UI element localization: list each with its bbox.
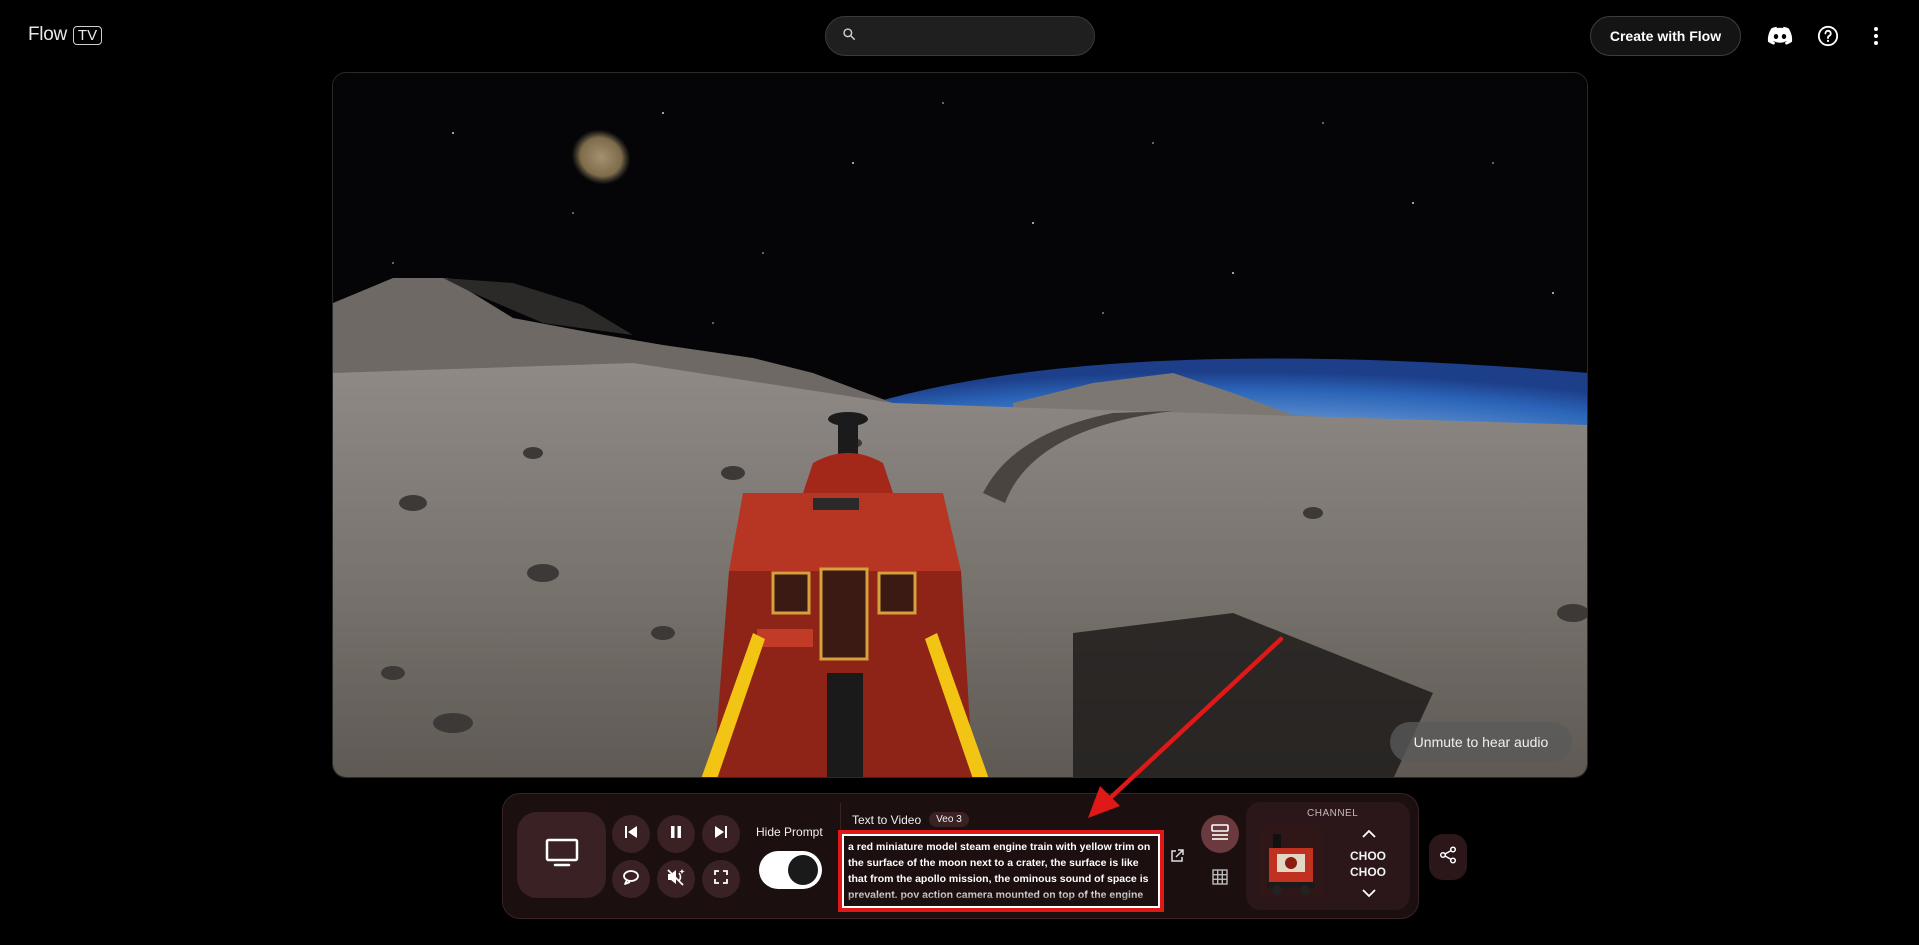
skip-next-icon bbox=[714, 825, 728, 844]
fullscreen-button[interactable] bbox=[702, 860, 740, 898]
chevron-down-icon bbox=[1362, 885, 1376, 903]
channel-up-button[interactable] bbox=[1360, 827, 1378, 841]
create-with-flow-button[interactable]: Create with Flow bbox=[1590, 16, 1741, 56]
tv-mode-button[interactable] bbox=[517, 812, 606, 898]
toggle-knob bbox=[788, 855, 818, 885]
prompt-mode: Text to Video bbox=[852, 812, 922, 827]
search-icon bbox=[842, 27, 856, 46]
tv-icon bbox=[545, 838, 579, 873]
channel-down-button[interactable] bbox=[1360, 887, 1378, 901]
hide-prompt-toggle[interactable] bbox=[759, 851, 822, 889]
logo-text: Flow bbox=[28, 24, 67, 45]
prompt-highlight-box: a red miniature model steam engine train… bbox=[838, 830, 1164, 912]
help-icon[interactable] bbox=[1814, 22, 1842, 50]
share-button[interactable] bbox=[1429, 834, 1467, 880]
hide-prompt-label: Hide Prompt bbox=[756, 825, 823, 839]
logo-badge: TV bbox=[72, 25, 103, 45]
channel-name: CHOO CHOO bbox=[1350, 849, 1386, 879]
next-button[interactable] bbox=[702, 815, 740, 853]
share-icon bbox=[1439, 845, 1457, 869]
channel-thumbnail[interactable] bbox=[1259, 826, 1323, 898]
prompt-header: Text to Video Veo 3 bbox=[852, 812, 969, 827]
loop-button[interactable] bbox=[612, 860, 650, 898]
previous-button[interactable] bbox=[612, 815, 650, 853]
prompt-text[interactable]: a red miniature model steam engine train… bbox=[844, 836, 1158, 906]
pause-button[interactable] bbox=[657, 815, 695, 853]
mute-button[interactable] bbox=[657, 860, 695, 898]
skip-previous-icon bbox=[624, 825, 638, 844]
grid-view-button[interactable] bbox=[1201, 860, 1239, 898]
chevron-up-icon bbox=[1362, 825, 1376, 843]
loop-icon bbox=[622, 868, 640, 891]
open-external-icon[interactable] bbox=[1167, 846, 1187, 866]
unmute-button[interactable]: Unmute to hear audio bbox=[1390, 722, 1572, 762]
fullscreen-icon bbox=[714, 869, 728, 889]
view-list-icon bbox=[1211, 823, 1229, 845]
discord-icon[interactable] bbox=[1766, 22, 1794, 50]
grid-icon bbox=[1212, 868, 1228, 890]
mute-icon bbox=[666, 868, 686, 891]
pause-icon bbox=[669, 825, 683, 844]
more-vert-icon[interactable] bbox=[1862, 22, 1890, 50]
video-frame bbox=[333, 73, 1587, 777]
search-input[interactable] bbox=[866, 28, 1076, 44]
single-view-button[interactable] bbox=[1201, 815, 1239, 853]
video-player[interactable] bbox=[332, 72, 1588, 778]
channel-label: CHANNEL bbox=[1307, 808, 1359, 819]
model-badge: Veo 3 bbox=[929, 812, 969, 827]
search-bar[interactable] bbox=[825, 16, 1095, 56]
flow-tv-logo[interactable]: Flow TV bbox=[28, 24, 103, 46]
